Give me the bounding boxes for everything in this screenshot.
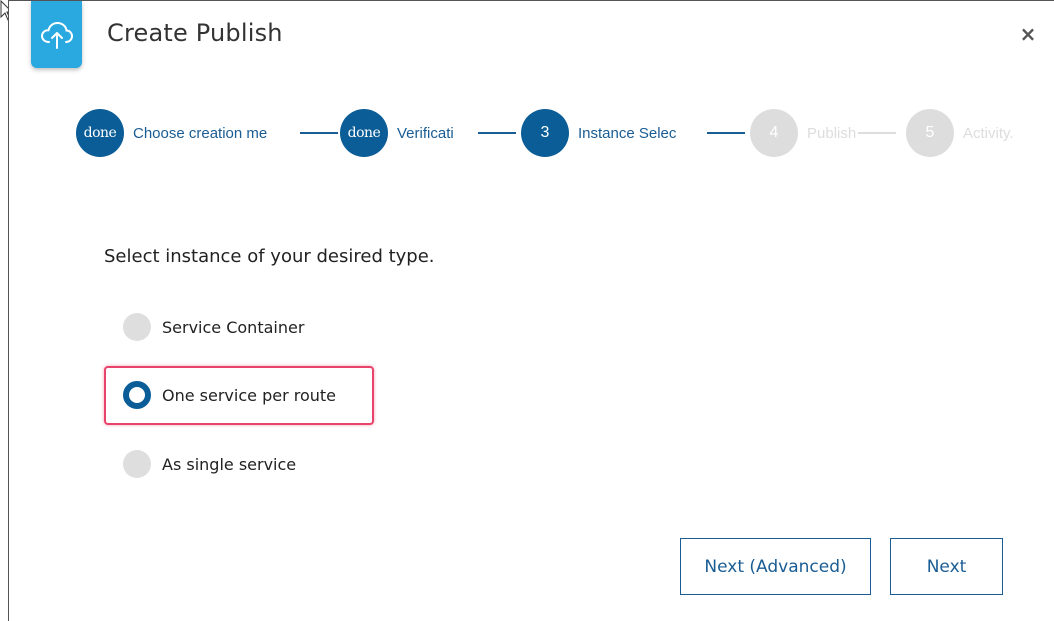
step-connector — [300, 132, 338, 134]
dialog-title: Create Publish — [107, 19, 283, 47]
step-1-label: Choose creation me — [133, 124, 268, 142]
step-5[interactable]: 5 Activity. — [906, 109, 1043, 157]
option-one-service-per-route[interactable]: One service per route — [123, 381, 336, 409]
step-5-label: Activity. — [963, 124, 1014, 142]
create-publish-dialog: Create Publish × done Choose creation me… — [8, 0, 1054, 621]
step-connector — [478, 132, 516, 134]
option-as-single-service[interactable]: As single service — [123, 450, 296, 478]
step-2[interactable]: done Verificati — [340, 109, 461, 157]
close-icon: × — [1019, 22, 1037, 46]
cloud-upload-icon — [31, 1, 82, 68]
step-3[interactable]: 3 Instance Selec — [521, 109, 693, 157]
next-advanced-button[interactable]: Next (Advanced) — [680, 538, 871, 595]
step-2-label: Verificati — [397, 124, 454, 142]
step-1-badge: done — [76, 109, 124, 157]
radio-button[interactable] — [123, 313, 151, 341]
radio-button-checked[interactable] — [123, 381, 151, 409]
radio-button[interactable] — [123, 450, 151, 478]
step-3-label: Instance Selec — [578, 124, 677, 142]
step-2-badge: done — [340, 109, 388, 157]
step-5-badge: 5 — [906, 109, 954, 157]
step-4[interactable]: 4 Publish — [750, 109, 867, 157]
option-label: Service Container — [162, 317, 305, 337]
step-4-badge: 4 — [750, 109, 798, 157]
next-button[interactable]: Next — [890, 538, 1003, 595]
step-1[interactable]: done Choose creation me — [76, 109, 281, 157]
step-connector — [707, 132, 745, 134]
instance-type-prompt: Select instance of your desired type. — [104, 246, 435, 267]
option-label: As single service — [162, 454, 297, 474]
option-service-container[interactable]: Service Container — [123, 313, 304, 341]
close-button[interactable]: × — [1017, 22, 1039, 46]
progress-stepper: done Choose creation me done Verificati … — [76, 109, 1051, 157]
step-connector — [858, 132, 896, 134]
step-3-badge: 3 — [521, 109, 569, 157]
option-label: One service per route — [162, 385, 336, 405]
